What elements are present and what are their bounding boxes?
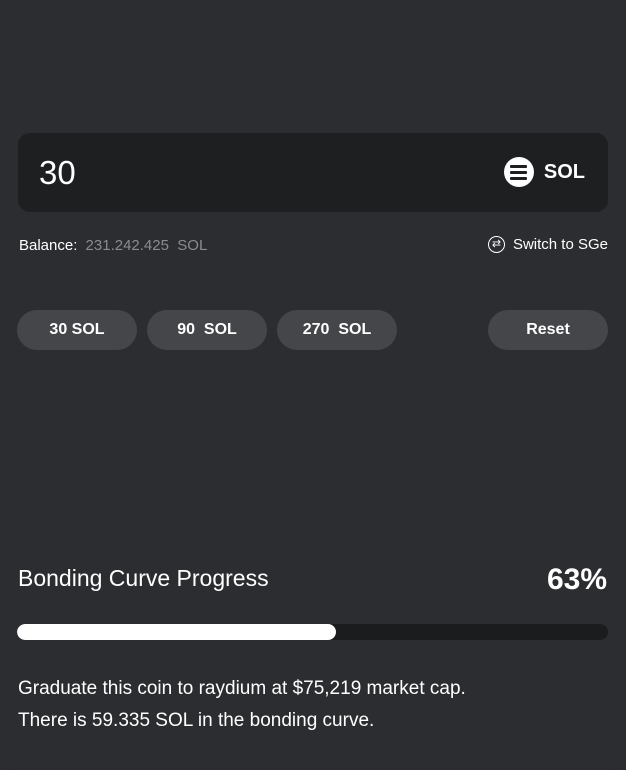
progress-bar-fill	[17, 624, 337, 640]
graduation-info-line-2: There is 59.335 SOL in the bonding curve…	[18, 710, 375, 731]
graduation-info: Graduate this coin to raydium at $75,219…	[18, 673, 466, 737]
token-label: SOL	[543, 160, 585, 183]
quick-amount-30-button[interactable]: 30 SOL	[17, 310, 137, 350]
swap-icon: ⇄	[487, 236, 505, 253]
amount-field-container: SOL	[18, 133, 608, 212]
switch-token-button[interactable]: ⇄ Switch to SGe	[487, 236, 608, 253]
solana-icon	[503, 157, 534, 187]
quick-amount-90-button[interactable]: 90 SOL	[147, 310, 267, 350]
trade-panel: SOL Balance: 231.242.425 SOL ⇄ Switch to…	[0, 0, 626, 770]
switch-label: Switch to SGe	[512, 236, 608, 253]
token-selector[interactable]: SOL	[503, 157, 585, 187]
quick-amount-270-button[interactable]: 270 SOL	[277, 310, 397, 350]
progress-bar	[17, 624, 608, 640]
progress-percent: 63%	[546, 563, 607, 596]
balance-label: Balance:	[19, 237, 78, 254]
amount-input[interactable]	[39, 153, 459, 193]
balance-row: Balance: 231.242.425 SOL	[19, 237, 207, 254]
graduation-info-line-1: Graduate this coin to raydium at $75,219…	[18, 678, 466, 699]
progress-title: Bonding Curve Progress	[18, 565, 269, 591]
reset-button[interactable]: Reset	[488, 310, 608, 350]
balance-value: 231.242.425 SOL	[85, 237, 208, 254]
